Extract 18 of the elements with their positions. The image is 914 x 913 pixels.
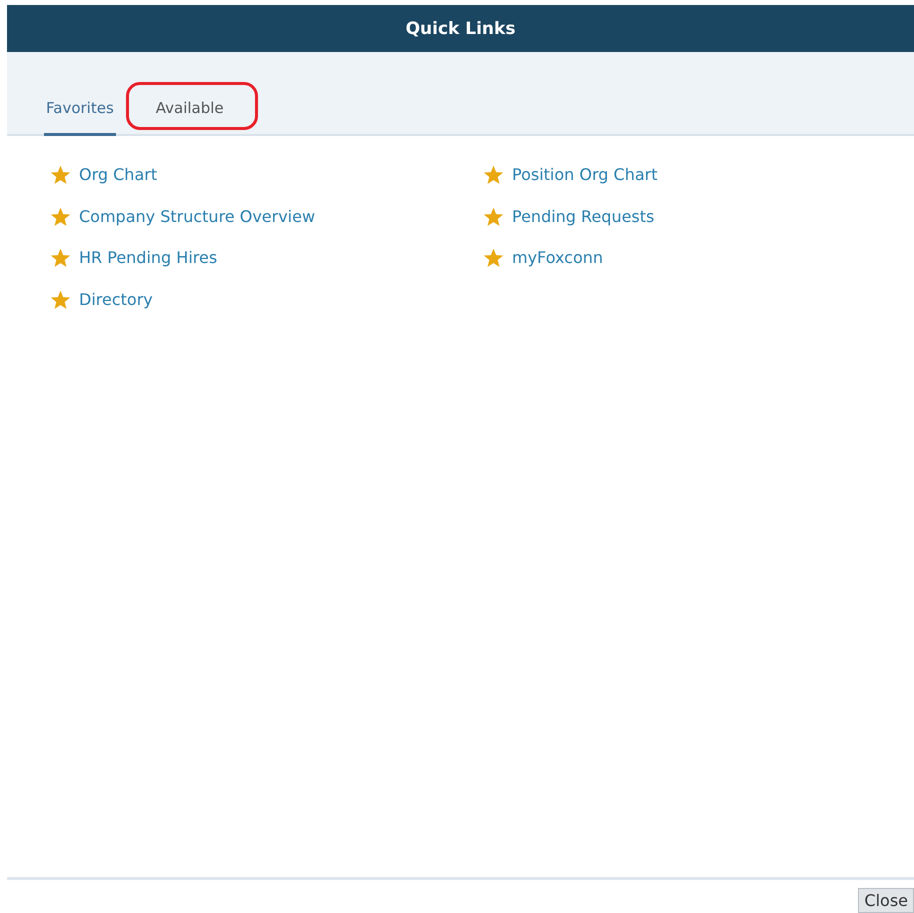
quick-link[interactable]: Pending Requests — [512, 206, 654, 226]
quick-link[interactable]: Company Structure Overview — [79, 206, 316, 226]
quick-link[interactable]: Position Org Chart — [512, 165, 658, 184]
star-icon — [50, 164, 71, 186]
star-icon — [483, 206, 504, 227]
star-icon — [50, 247, 71, 268]
quick-link[interactable]: HR Pending Hires — [79, 248, 218, 268]
close-button[interactable]: Close — [858, 888, 914, 913]
dialog-title: Quick Links — [406, 18, 516, 38]
tab[interactable]: Available — [128, 99, 252, 136]
quick-link[interactable]: Directory — [79, 290, 153, 309]
star-icon — [483, 164, 504, 186]
quick-link[interactable]: Org Chart — [79, 165, 158, 184]
tab[interactable]: Favorites — [44, 99, 116, 136]
star-icon — [483, 247, 504, 268]
quick-link[interactable]: myFoxconn — [512, 248, 604, 268]
star-icon — [50, 206, 71, 227]
star-icon — [50, 288, 71, 310]
